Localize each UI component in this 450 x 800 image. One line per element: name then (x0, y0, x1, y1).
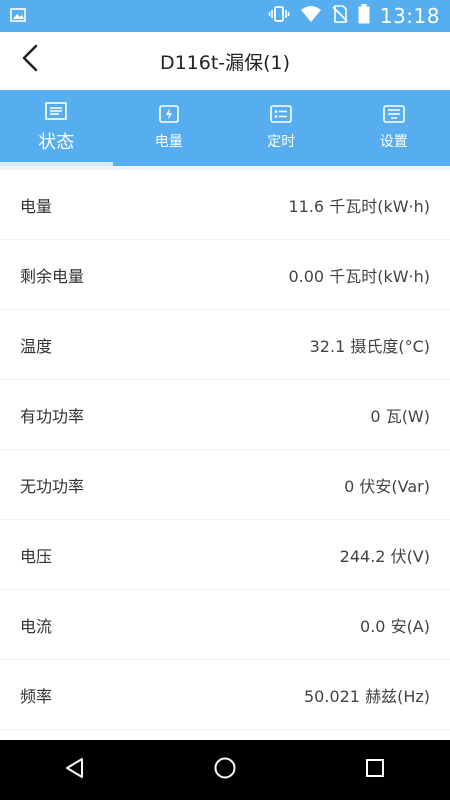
metric-row-active-power[interactable]: 有功功率 0 瓦(W) (0, 380, 450, 450)
vibrate-icon (268, 5, 290, 27)
metric-row-voltage[interactable]: 电压 244.2 伏(V) (0, 520, 450, 590)
metric-label: 电压 (20, 546, 53, 566)
metric-label: 频率 (20, 686, 53, 706)
metric-row-current[interactable]: 电流 0.0 安(A) (0, 590, 450, 660)
tab-label: 状态 (38, 132, 75, 153)
metric-value: 0.0 安(A) (360, 616, 430, 636)
clock: 13:18 (379, 4, 440, 28)
app-bar: D116t-漏保(1) (0, 32, 450, 90)
metric-row-frequency[interactable]: 频率 50.021 赫兹(Hz) (0, 660, 450, 730)
metric-value: 50.021 赫兹(Hz) (304, 686, 430, 706)
metric-row-temperature[interactable]: 温度 32.1 摄氏度(°C) (0, 310, 450, 380)
status-bar: 13:18 (0, 0, 450, 32)
metric-value: 11.6 千瓦时(kW·h) (288, 196, 430, 216)
metrics-list: 电量 11.6 千瓦时(kW·h) 剩余电量 0.00 千瓦时(kW·h) 温度… (0, 170, 450, 740)
nav-recents-button[interactable] (345, 740, 405, 800)
metric-label: 电量 (20, 196, 53, 216)
metric-label: 剩余电量 (20, 266, 85, 286)
nav-home-button[interactable] (195, 740, 255, 800)
tab-bar: 状态 电量 定时 设置 (0, 90, 450, 166)
chevron-left-icon (21, 44, 39, 76)
tab-label: 定时 (267, 134, 296, 150)
tab-status[interactable]: 状态 (0, 90, 113, 166)
list-icon (45, 102, 68, 120)
home-circle-icon (213, 756, 237, 784)
tab-timer[interactable]: 定时 (225, 90, 338, 166)
no-sim-icon (332, 5, 348, 27)
metric-value: 244.2 伏(V) (339, 546, 430, 566)
tab-label: 设置 (379, 134, 408, 150)
metric-row-remaining-energy[interactable]: 剩余电量 0.00 千瓦时(kW·h) (0, 240, 450, 310)
metric-row-energy[interactable]: 电量 11.6 千瓦时(kW·h) (0, 170, 450, 240)
metric-label: 温度 (20, 336, 53, 356)
metric-label: 无功功率 (20, 476, 85, 496)
wifi-icon (300, 5, 322, 27)
back-triangle-icon (63, 756, 87, 784)
nav-back-button[interactable] (45, 740, 105, 800)
timer-icon (270, 105, 293, 123)
metric-row-reactive-power[interactable]: 无功功率 0 伏安(Var) (0, 450, 450, 520)
metric-label: 有功功率 (20, 406, 85, 426)
battery-icon (358, 4, 370, 28)
tab-settings[interactable]: 设置 (338, 90, 450, 166)
page-title: D116t-漏保(1) (159, 51, 291, 74)
metric-value: 32.1 摄氏度(°C) (309, 336, 430, 356)
metric-label: 电流 (20, 616, 53, 636)
recents-square-icon (363, 756, 387, 784)
metric-value: 0 伏安(Var) (344, 476, 430, 496)
metric-value: 0.00 千瓦时(kW·h) (288, 266, 430, 286)
image-icon (10, 7, 26, 26)
settings-icon (382, 105, 405, 123)
tab-energy[interactable]: 电量 (113, 90, 226, 166)
tab-label: 电量 (154, 134, 183, 150)
metric-value: 0 瓦(W) (370, 406, 430, 426)
system-nav-bar (0, 740, 450, 800)
back-button[interactable] (14, 44, 46, 76)
lightning-icon (158, 105, 180, 123)
